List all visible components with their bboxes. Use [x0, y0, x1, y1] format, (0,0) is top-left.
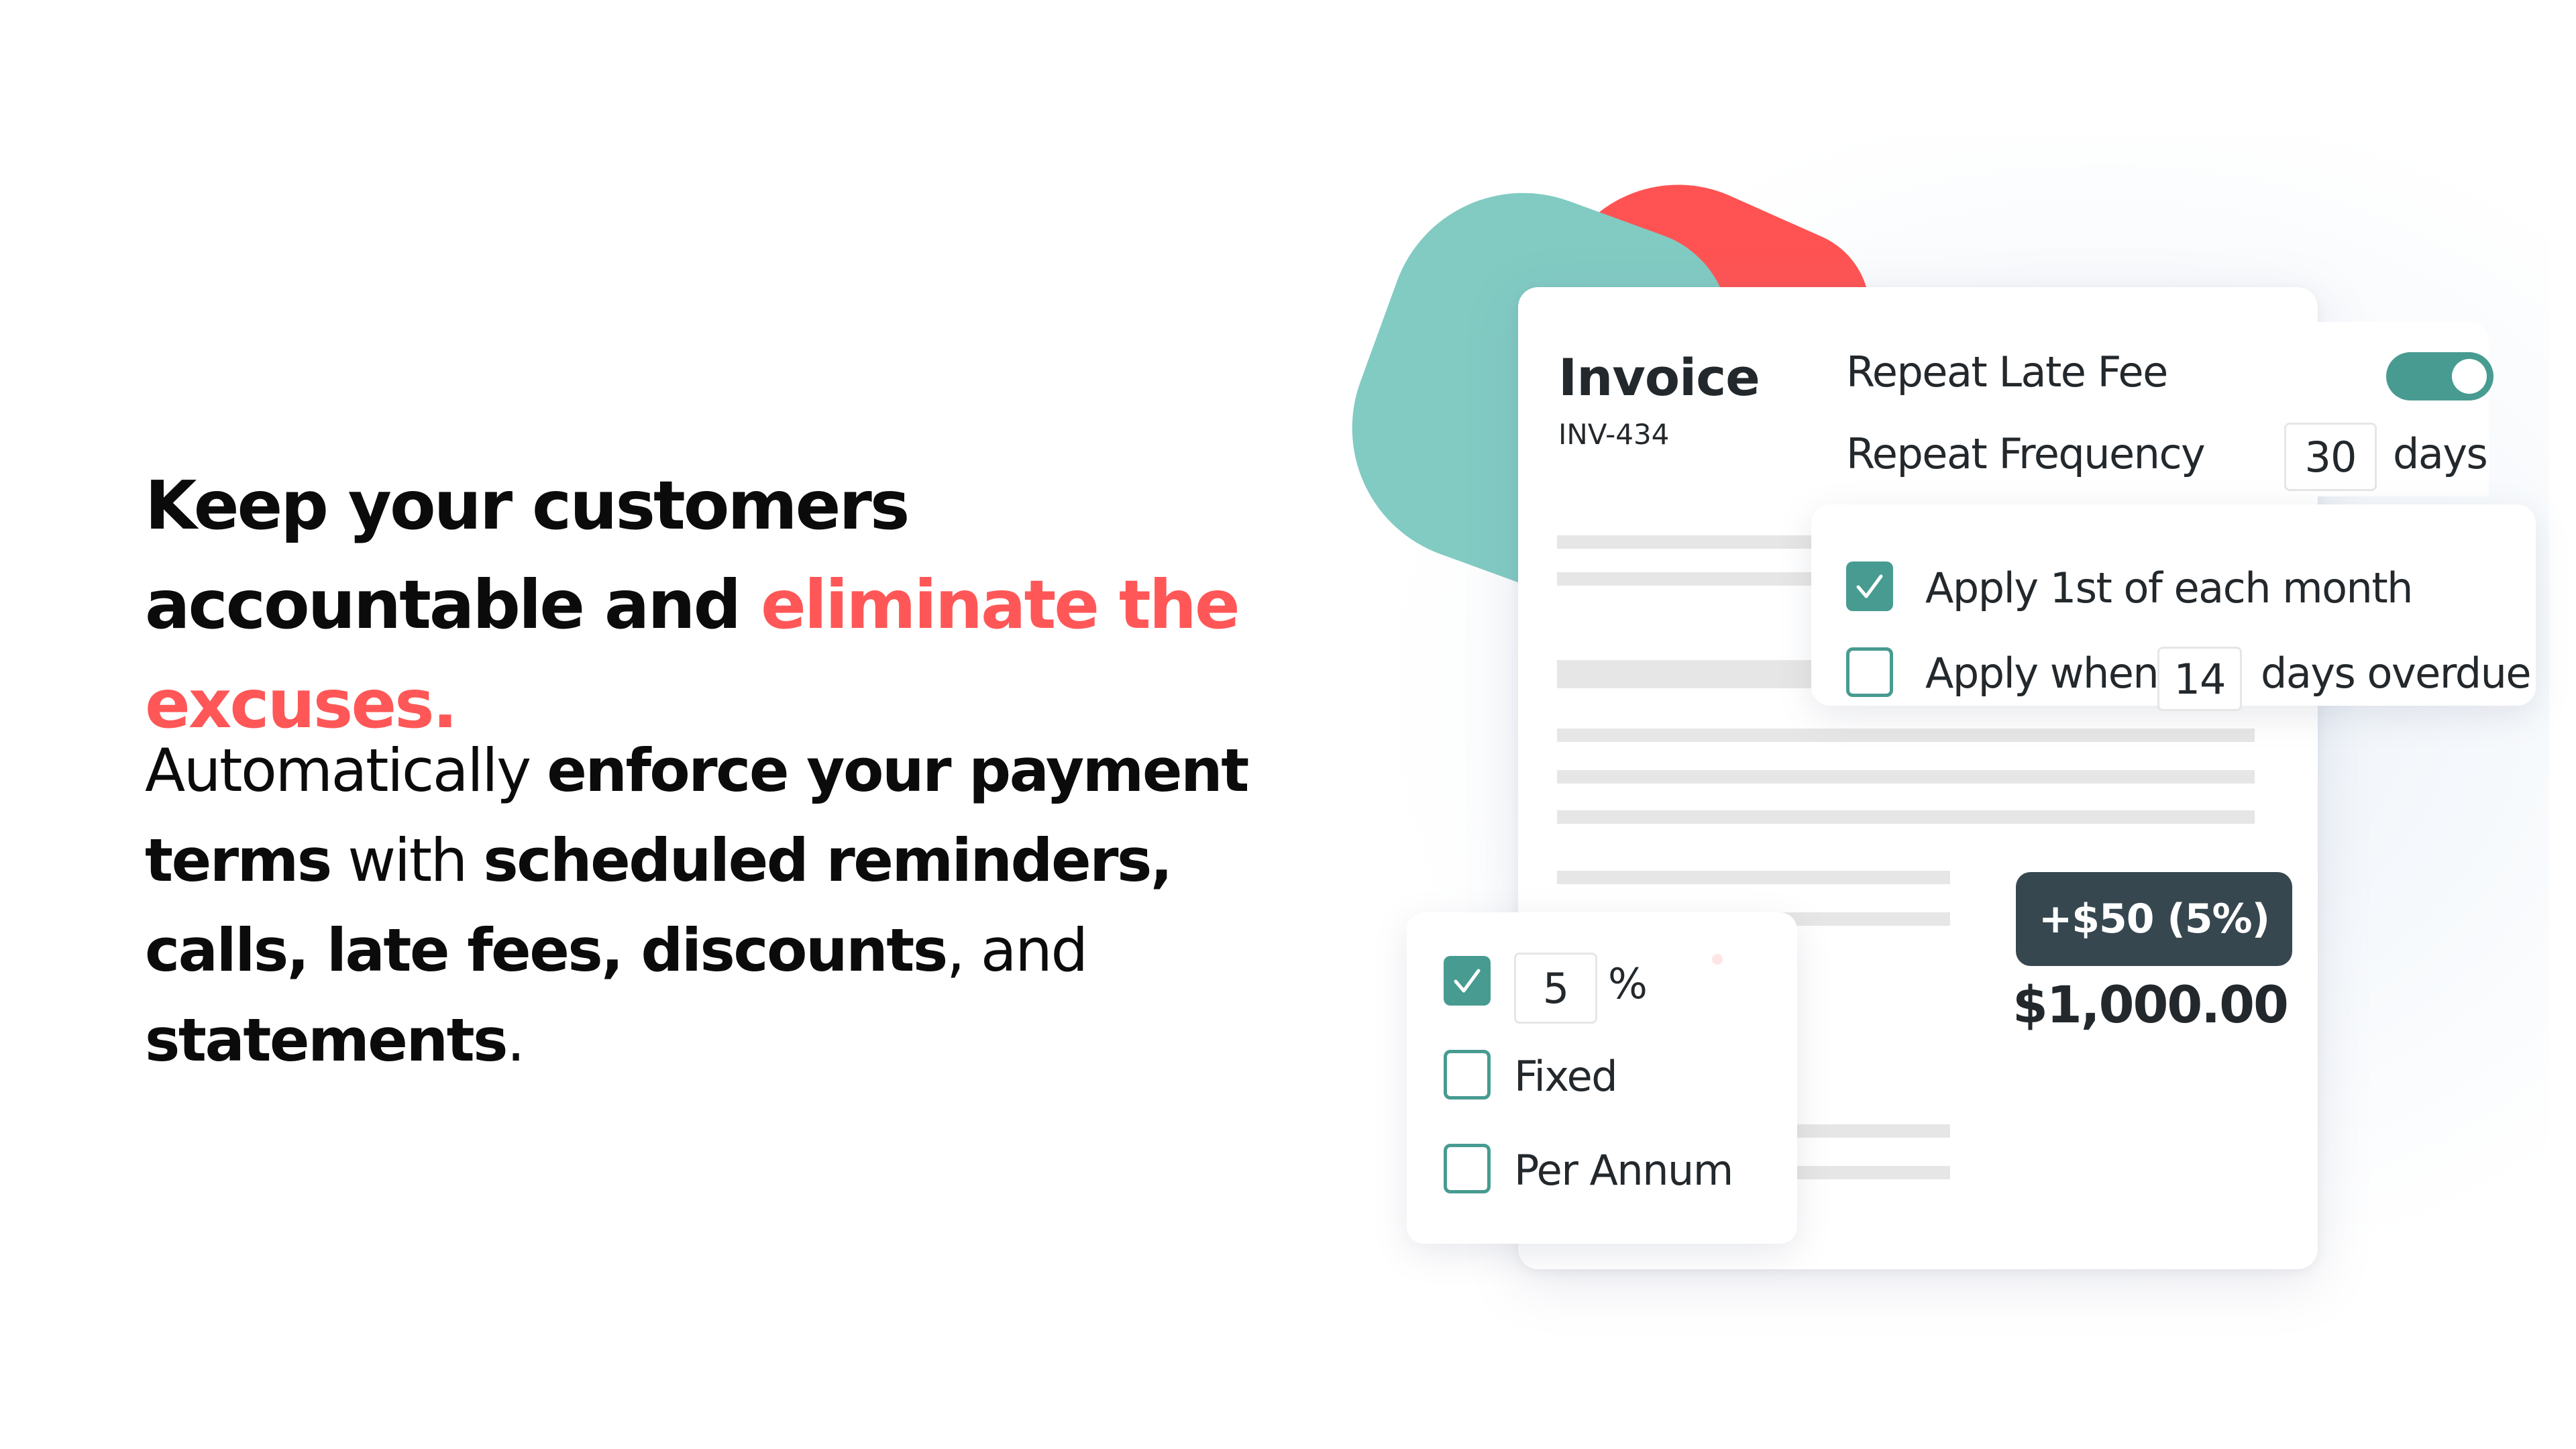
- checkmark-icon: [1856, 574, 1883, 598]
- repeat-frequency-unit: days: [2393, 429, 2488, 478]
- placeholder-line: [1557, 660, 1825, 688]
- body-segment: with: [330, 826, 484, 895]
- repeat-frequency-input[interactable]: 30: [2284, 423, 2377, 491]
- apply-when-overdue-checkbox[interactable]: [1846, 647, 1893, 697]
- percent-value-input[interactable]: 5: [1514, 953, 1597, 1024]
- toggle-knob: [2452, 359, 2487, 394]
- body-segment: .: [506, 1006, 525, 1075]
- repeat-options: Apply 1st of each month Apply when 14 da…: [1811, 504, 2536, 711]
- body-segment: Automatically: [145, 736, 547, 805]
- percent-fee-checkbox[interactable]: [1444, 956, 1491, 1006]
- placeholder-line: [1557, 770, 2255, 784]
- percent-unit: %: [1608, 959, 1648, 1008]
- repeat-frequency-label: Repeat Frequency: [1846, 429, 2206, 478]
- per-annum-checkbox[interactable]: [1444, 1144, 1491, 1193]
- body-copy: Automatically enforce your payment terms…: [145, 726, 1326, 1085]
- repeat-settings-header: Repeat Late Fee Repeat Frequency 30 days: [1811, 322, 2493, 496]
- apply-first-of-month-label: Apply 1st of each month: [1925, 564, 2413, 612]
- checkmark-icon: [1454, 969, 1481, 993]
- placeholder-line: [1557, 810, 2255, 824]
- body-segment: , and: [946, 916, 1089, 985]
- placeholder-line: [1557, 871, 1950, 884]
- invoice-title: Invoice: [1558, 347, 1760, 407]
- decorative-dot: [1712, 954, 1723, 965]
- overdue-days-input[interactable]: 14: [2157, 647, 2242, 711]
- per-annum-label: Per Annum: [1514, 1146, 1733, 1195]
- placeholder-line: [1557, 535, 1825, 549]
- invoice-total: $1,000.00: [2012, 975, 2289, 1034]
- repeat-late-fee-label: Repeat Late Fee: [1846, 347, 2168, 396]
- headline: Keep your customers accountable and elim…: [145, 456, 1319, 754]
- days-overdue-label: days overdue: [2261, 649, 2532, 698]
- repeat-late-fee-toggle[interactable]: [2386, 352, 2493, 400]
- apply-first-of-month-checkbox[interactable]: [1846, 561, 1893, 611]
- fixed-fee-checkbox[interactable]: [1444, 1050, 1491, 1099]
- placeholder-line: [1557, 729, 2255, 742]
- apply-when-label: Apply when: [1925, 649, 2159, 698]
- fee-type-panel: 5 % Fixed Per Annum: [1407, 912, 1797, 1244]
- invoice-number: INV-434: [1558, 418, 1670, 451]
- late-fee-badge: +$50 (5%): [2016, 872, 2292, 966]
- fixed-fee-label: Fixed: [1514, 1052, 1618, 1101]
- repeat-late-fee-panel: Repeat Late Fee Repeat Frequency 30 days…: [1811, 322, 2536, 718]
- placeholder-line: [1557, 572, 1825, 586]
- body-segment-bold: statements: [145, 1006, 508, 1075]
